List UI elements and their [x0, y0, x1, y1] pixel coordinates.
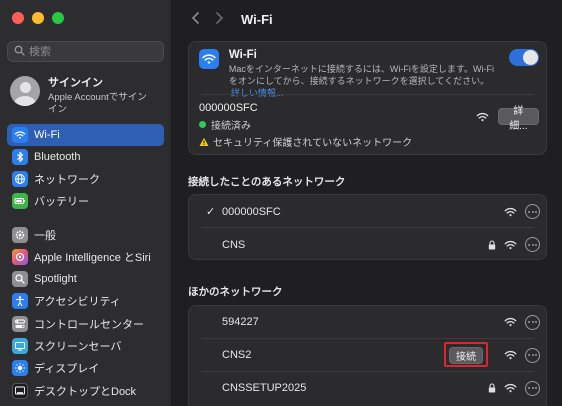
sidebar-item-display[interactable]: ディスプレイ: [7, 357, 164, 379]
more-options-button[interactable]: [525, 380, 540, 396]
network-name: 000000SFC: [222, 205, 281, 218]
sidebar-item-label: Bluetooth: [34, 151, 81, 163]
network-name: 594227: [222, 316, 259, 328]
known-networks-list: ✓ 000000SFC CNS: [188, 194, 547, 260]
gear-icon: [12, 227, 28, 243]
connect-button[interactable]: 接続: [449, 347, 483, 364]
sidebar-item-bluetooth[interactable]: Bluetooth: [7, 146, 164, 168]
chevron-right-icon: [215, 11, 224, 27]
network-name: CNSSETUP2025: [222, 382, 307, 394]
sidebar-item-spotlight[interactable]: Spotlight: [7, 268, 164, 290]
details-button[interactable]: 詳細...: [497, 106, 539, 132]
wifi-signal-icon: [504, 350, 517, 360]
other-networks-title: ほかのネットワーク: [188, 286, 283, 298]
sidebar: サインイン Apple Accountでサインイン Wi-Fi Bluetoot…: [0, 0, 172, 406]
sidebar-item-label: ネットワーク: [34, 174, 100, 186]
sidebar-item-label: コントロールセンター: [34, 319, 144, 331]
search-field[interactable]: [7, 41, 164, 62]
sidebar-item-label: アクセシビリティ: [34, 296, 121, 308]
sidebar-item-general[interactable]: 一般: [7, 224, 164, 246]
sidebar-item-label: スクリーンセーバ: [34, 341, 122, 353]
sidebar-item-label: Spotlight: [34, 273, 77, 285]
search-icon: [14, 45, 25, 59]
sidebar-item-battery[interactable]: バッテリー: [7, 190, 164, 212]
siri-icon: [12, 249, 28, 265]
wifi-toggle[interactable]: [509, 49, 539, 66]
sidebar-item-control-center[interactable]: コントロールセンター: [7, 313, 164, 335]
other-networks-list: 594227 CNS2 接続 CNSSETUP2025: [188, 305, 547, 406]
more-options-button[interactable]: [525, 314, 540, 330]
bluetooth-icon: [12, 149, 28, 165]
zoom-window-button[interactable]: [52, 12, 64, 24]
minimize-window-button[interactable]: [32, 12, 44, 24]
accessibility-icon: [12, 293, 28, 309]
network-name: CNS2: [222, 349, 252, 361]
toolbar: Wi-Fi: [173, 0, 562, 38]
more-options-button[interactable]: [525, 237, 540, 252]
wifi-signal-icon: [476, 112, 489, 122]
chevron-left-icon: [191, 11, 200, 27]
wifi-signal-icon: [504, 383, 517, 393]
window-controls: [12, 12, 64, 24]
current-network-name: 000000SFC: [199, 102, 258, 114]
avatar: [10, 76, 40, 106]
sidebar-item-label: Apple Intelligence とSiri: [34, 252, 151, 264]
list-item[interactable]: ✓ 000000SFC: [189, 195, 546, 228]
lock-icon: [488, 383, 496, 393]
more-options-button[interactable]: [525, 204, 540, 219]
magnifier-icon: [12, 271, 28, 287]
account-signin[interactable]: サインイン Apple Accountでサインイン: [10, 72, 165, 116]
wifi-signal-icon: [504, 207, 517, 217]
known-networks-title: 接続したことのあるネットワーク: [188, 176, 346, 188]
dock-icon: [12, 383, 28, 399]
sidebar-item-wifi[interactable]: Wi-Fi: [7, 124, 164, 146]
sidebar-item-apple-intelligence[interactable]: Apple Intelligence とSiri: [7, 246, 164, 268]
account-subtitle: Apple Accountでサインイン: [48, 92, 147, 115]
sidebar-item-screensaver[interactable]: スクリーンセーバ: [7, 335, 164, 357]
wifi-app-icon: [199, 49, 219, 69]
security-warning: セキュリティ保護されていないネットワーク: [213, 138, 413, 149]
sidebar-item-network[interactable]: ネットワーク: [7, 168, 164, 190]
wifi-signal-icon: [504, 317, 517, 327]
close-window-button[interactable]: [12, 12, 24, 24]
toggles-icon: [12, 316, 28, 332]
page-title: Wi-Fi: [241, 11, 273, 27]
status-dot-icon: [199, 121, 206, 128]
account-name: サインイン: [48, 77, 103, 89]
checkmark-icon: ✓: [206, 206, 216, 218]
network-name: CNS: [222, 238, 246, 251]
wifi-card: Wi-Fi Macをインターネットに接続するには、Wi-Fiを設定します。Wi-…: [188, 41, 547, 155]
sidebar-item-accessibility[interactable]: アクセシビリティ: [7, 290, 164, 312]
search-input[interactable]: [29, 45, 159, 58]
list-item[interactable]: CNS: [189, 228, 546, 261]
back-button[interactable]: [185, 9, 205, 29]
screensaver-icon: [12, 338, 28, 354]
sidebar-item-label: Wi-Fi: [34, 129, 60, 141]
sidebar-item-label: ディスプレイ: [34, 363, 100, 375]
forward-button[interactable]: [209, 9, 229, 29]
list-item[interactable]: CNS2 接続: [189, 339, 546, 371]
sun-icon: [12, 360, 28, 376]
more-options-button[interactable]: [525, 347, 540, 363]
lock-icon: [488, 239, 496, 250]
sidebar-item-desktop-dock[interactable]: デスクトップとDock: [7, 380, 164, 402]
battery-icon: [12, 193, 28, 209]
list-item[interactable]: CNSSETUP2025: [189, 372, 546, 404]
wifi-icon: [12, 127, 28, 143]
globe-icon: [12, 171, 28, 187]
main-pane: Wi-Fi Wi-Fi Macをインターネットに接続するには、Wi-Fiを設定し…: [173, 0, 562, 406]
sidebar-item-label: バッテリー: [34, 196, 89, 208]
more-info-link[interactable]: 詳しい情報...: [231, 88, 284, 98]
sidebar-item-label: 一般: [34, 230, 56, 242]
wifi-title: Wi-Fi: [228, 49, 257, 61]
list-item[interactable]: 594227: [189, 306, 546, 338]
warning-icon: [199, 137, 209, 147]
connection-status: 接続済み: [211, 121, 251, 132]
sidebar-item-label: デスクトップとDock: [34, 386, 137, 398]
wifi-signal-icon: [504, 240, 517, 250]
